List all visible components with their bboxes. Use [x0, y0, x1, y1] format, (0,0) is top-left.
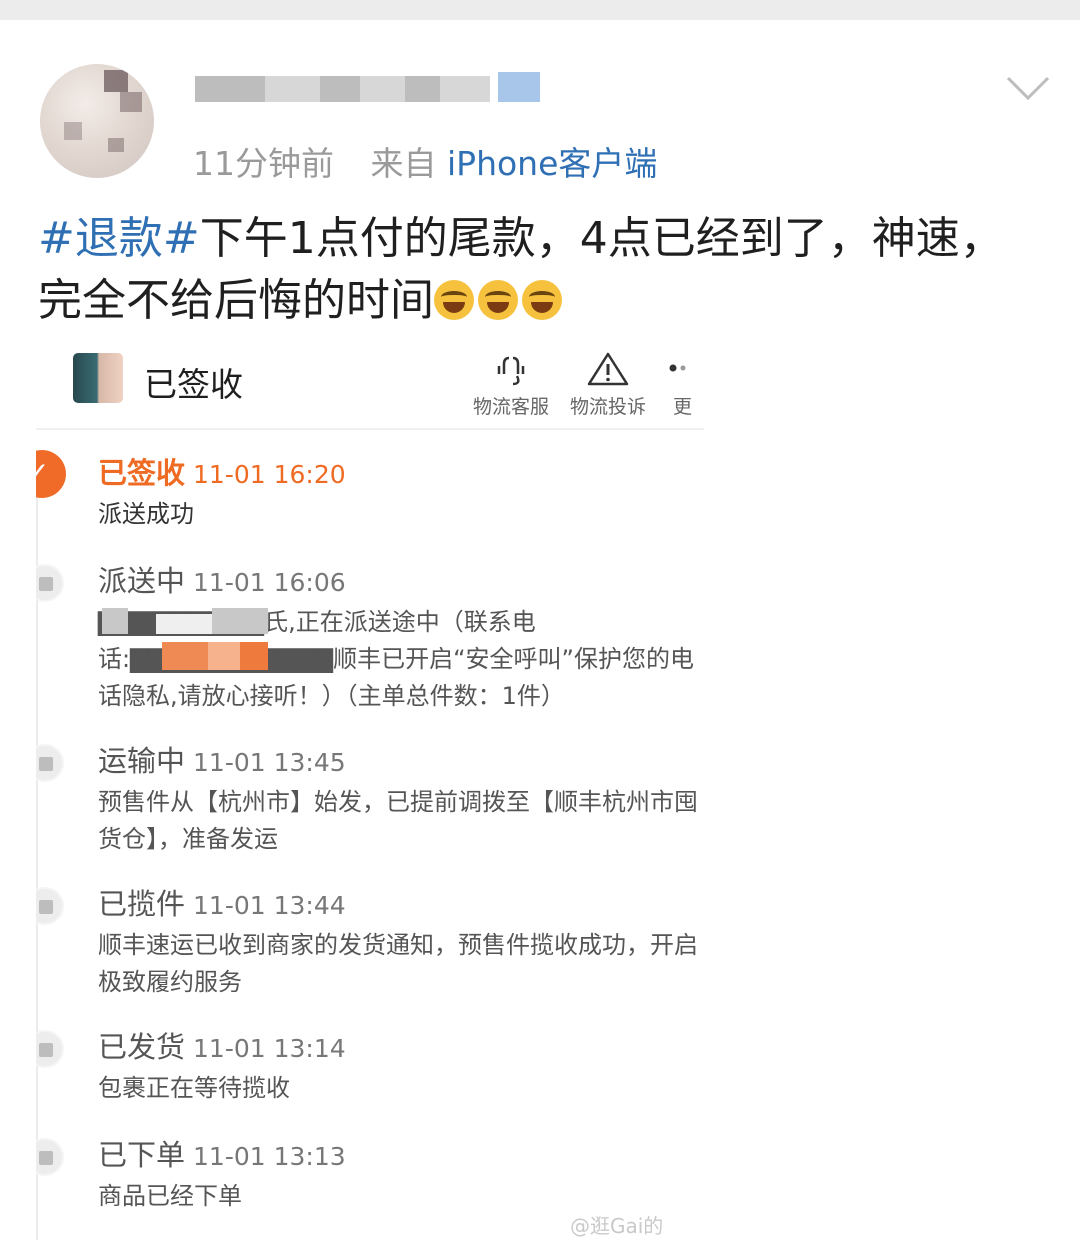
post-meta: 11分钟前 来自 iPhone客户端: [193, 137, 657, 185]
chevron-down-icon[interactable]: [1006, 76, 1050, 102]
event-description: 预售件从【杭州市】始发，已提前调拨至【顺丰杭州市囤货仓】，准备发运: [98, 788, 698, 853]
event-description: 顺丰速运已收到商家的发货通知，预售件揽收成功，开启极致履约服务: [98, 931, 698, 996]
header-divider: [36, 428, 704, 430]
watermark: @逛Gai的: [570, 1214, 664, 1238]
source-prefix: 来自: [370, 144, 437, 183]
laugh-cry-emoji-icon: [478, 280, 518, 320]
delivery-person-icon: [36, 564, 64, 602]
logistics-screenshot[interactable]: 已签收 物流客服 物流投诉 更 已签收11-01 16:20 派送成功: [36, 340, 704, 1245]
event-time: 11-01 13:14: [193, 1034, 346, 1063]
post-text: #退款#下午1点付的尾款，4点已经到了，神速， 完全不给后悔的时间: [38, 208, 1038, 332]
more-icon: [649, 350, 704, 388]
redaction-block: [156, 614, 212, 634]
event-status: 已下单: [98, 1138, 186, 1172]
top-gray-bar: [0, 0, 1080, 20]
headset-icon: [466, 350, 556, 388]
post-time: 11分钟前: [193, 144, 334, 183]
post-body-line2: 完全不给后悔的时间: [38, 275, 434, 326]
hashtag-link[interactable]: #退款#: [38, 213, 200, 264]
post-body-line1: 下午1点付的尾款，4点已经到了，神速，: [199, 213, 1004, 264]
event-status: 已揽件: [98, 887, 186, 921]
product-thumbnail: [73, 353, 123, 403]
redaction-block: [240, 642, 268, 670]
truck-icon: [36, 744, 64, 782]
avatar[interactable]: [40, 64, 154, 178]
event-status: 已发货: [98, 1030, 186, 1064]
pickup-icon: [36, 887, 64, 925]
username-redacted[interactable]: [195, 64, 540, 110]
event-description: 派送成功: [98, 500, 194, 528]
event-status: 已签收: [98, 456, 186, 490]
event-description: 包裹正在等待揽收: [98, 1074, 290, 1102]
event-time: 11-01 16:20: [193, 460, 346, 489]
event-status: 运输中: [98, 744, 186, 778]
order-icon: [36, 1138, 64, 1176]
shipped-icon: [36, 1030, 64, 1068]
check-icon: [36, 450, 66, 498]
logistics-complaint-button[interactable]: 物流投诉: [563, 350, 653, 419]
laugh-cry-emoji-icon: [522, 280, 562, 320]
event-time: 11-01 16:06: [193, 568, 346, 597]
event-status: 派送中: [98, 564, 186, 598]
redaction-block: [212, 608, 268, 634]
warning-icon: [563, 350, 653, 388]
laugh-cry-emoji-icon: [434, 280, 474, 320]
event-time: 11-01 13:13: [193, 1142, 346, 1171]
more-button[interactable]: 更: [649, 350, 704, 419]
logistics-service-button[interactable]: 物流客服: [466, 350, 556, 419]
shipment-status-title: 已签收: [144, 365, 243, 404]
event-time: 11-01 13:45: [193, 748, 346, 777]
source-link[interactable]: iPhone客户端: [447, 144, 657, 183]
redaction-block: [102, 608, 128, 634]
redaction-block: [162, 642, 208, 670]
event-time: 11-01 13:44: [193, 891, 346, 920]
logistics-header: 已签收 物流客服 物流投诉 更: [36, 340, 704, 428]
